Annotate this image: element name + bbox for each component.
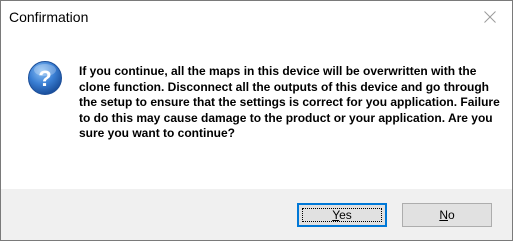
question-icon: ?	[28, 61, 62, 95]
no-mnemonic: N	[439, 208, 448, 222]
dialog-content: ? If you continue, all the maps in this …	[1, 33, 512, 189]
no-button[interactable]: No	[402, 203, 492, 227]
close-button[interactable]	[468, 1, 512, 33]
title-bar[interactable]: Confirmation	[1, 1, 512, 33]
button-bar: Yes No	[1, 189, 512, 240]
close-icon	[484, 11, 496, 23]
dialog-title: Confirmation	[9, 9, 89, 25]
yes-button-label: Yes	[332, 208, 352, 222]
no-button-label: No	[439, 208, 454, 222]
no-label-rest: o	[447, 208, 455, 222]
yes-label-rest: es	[339, 208, 352, 222]
confirmation-dialog: Confirmation ? If you continue, all the …	[0, 0, 513, 241]
svg-text:?: ?	[38, 66, 51, 91]
yes-button[interactable]: Yes	[297, 203, 387, 227]
dialog-message: If you continue, all the maps in this de…	[79, 64, 500, 140]
